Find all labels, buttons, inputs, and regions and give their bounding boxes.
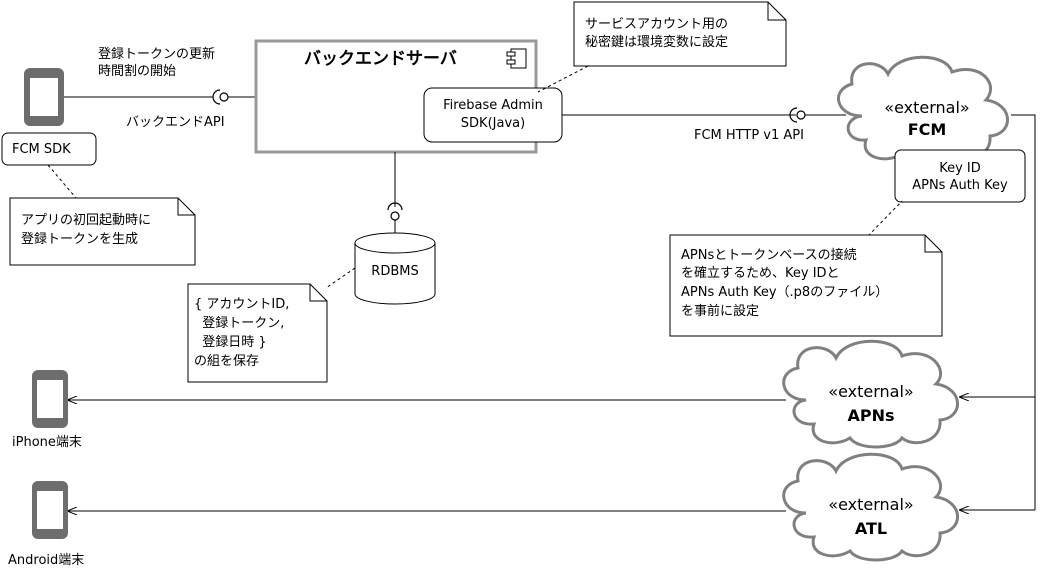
note-apns-line3: APNs Auth Key（.p8のファイル） [681,285,889,300]
note-connector-apns [867,200,903,237]
diagram-canvas [1,1,1036,562]
fcm-name: FCM [907,120,947,139]
note-app-line2: 登録トークンを生成 [21,232,139,247]
firebase-admin-line1: Firebase Admin [443,98,543,113]
note-apns-line4: を事前に設定 [681,304,760,319]
apns-name: APNs [847,406,895,425]
note-db-line2: 登録トークン, [194,316,285,331]
note-db-line3: 登録日時 } [194,335,267,350]
backend-api-label: バックエンドAPI [126,115,225,130]
rdbms-label: RDBMS [371,264,419,279]
note-db-line1: { アカウントID, [194,297,290,312]
register-label-line2: 時間割の開始 [98,64,177,79]
key-id-line2: APNs Auth Key [912,178,1008,193]
atl-name: ATL [854,519,888,538]
provided-interface-backend-api [212,89,256,105]
note-apns-line2: を確立するため、Key IDと [681,266,840,281]
note-connector-db [325,267,356,289]
apns-stereotype: «external» [828,382,914,401]
atl-stereotype: «external» [828,495,914,514]
iphone-icon [32,370,68,428]
android-icon [32,481,68,539]
smartphone-icon [24,68,64,126]
required-interface-rdbms [387,202,403,234]
fcm-http-label: FCM HTTP v1 API [694,128,804,143]
note-apns-line1: APNsとトークンベースの接続 [681,248,857,263]
note-connector-app [47,164,77,199]
register-label-line1: 登録トークンの更新 [98,47,216,62]
firebase-admin-line2: SDK(Java) [460,116,526,131]
fcm-sdk-label: FCM SDK [12,142,71,157]
required-interface-fcm-api [789,107,846,123]
android-label: Android端末 [8,553,85,568]
note-app-line1: アプリの初回起動時に [21,213,152,228]
note-service-account-line2: 秘密鍵は環境変数に設定 [585,35,729,50]
key-id-line1: Key ID [939,161,981,176]
backend-title: バックエンドサーバ [304,49,457,69]
fcm-stereotype: «external» [884,98,970,117]
note-service-account-line1: サービスアカウント用の [585,17,729,32]
iphone-label: iPhone端末 [12,435,82,450]
note-db-line4: の組を保存 [194,354,260,369]
